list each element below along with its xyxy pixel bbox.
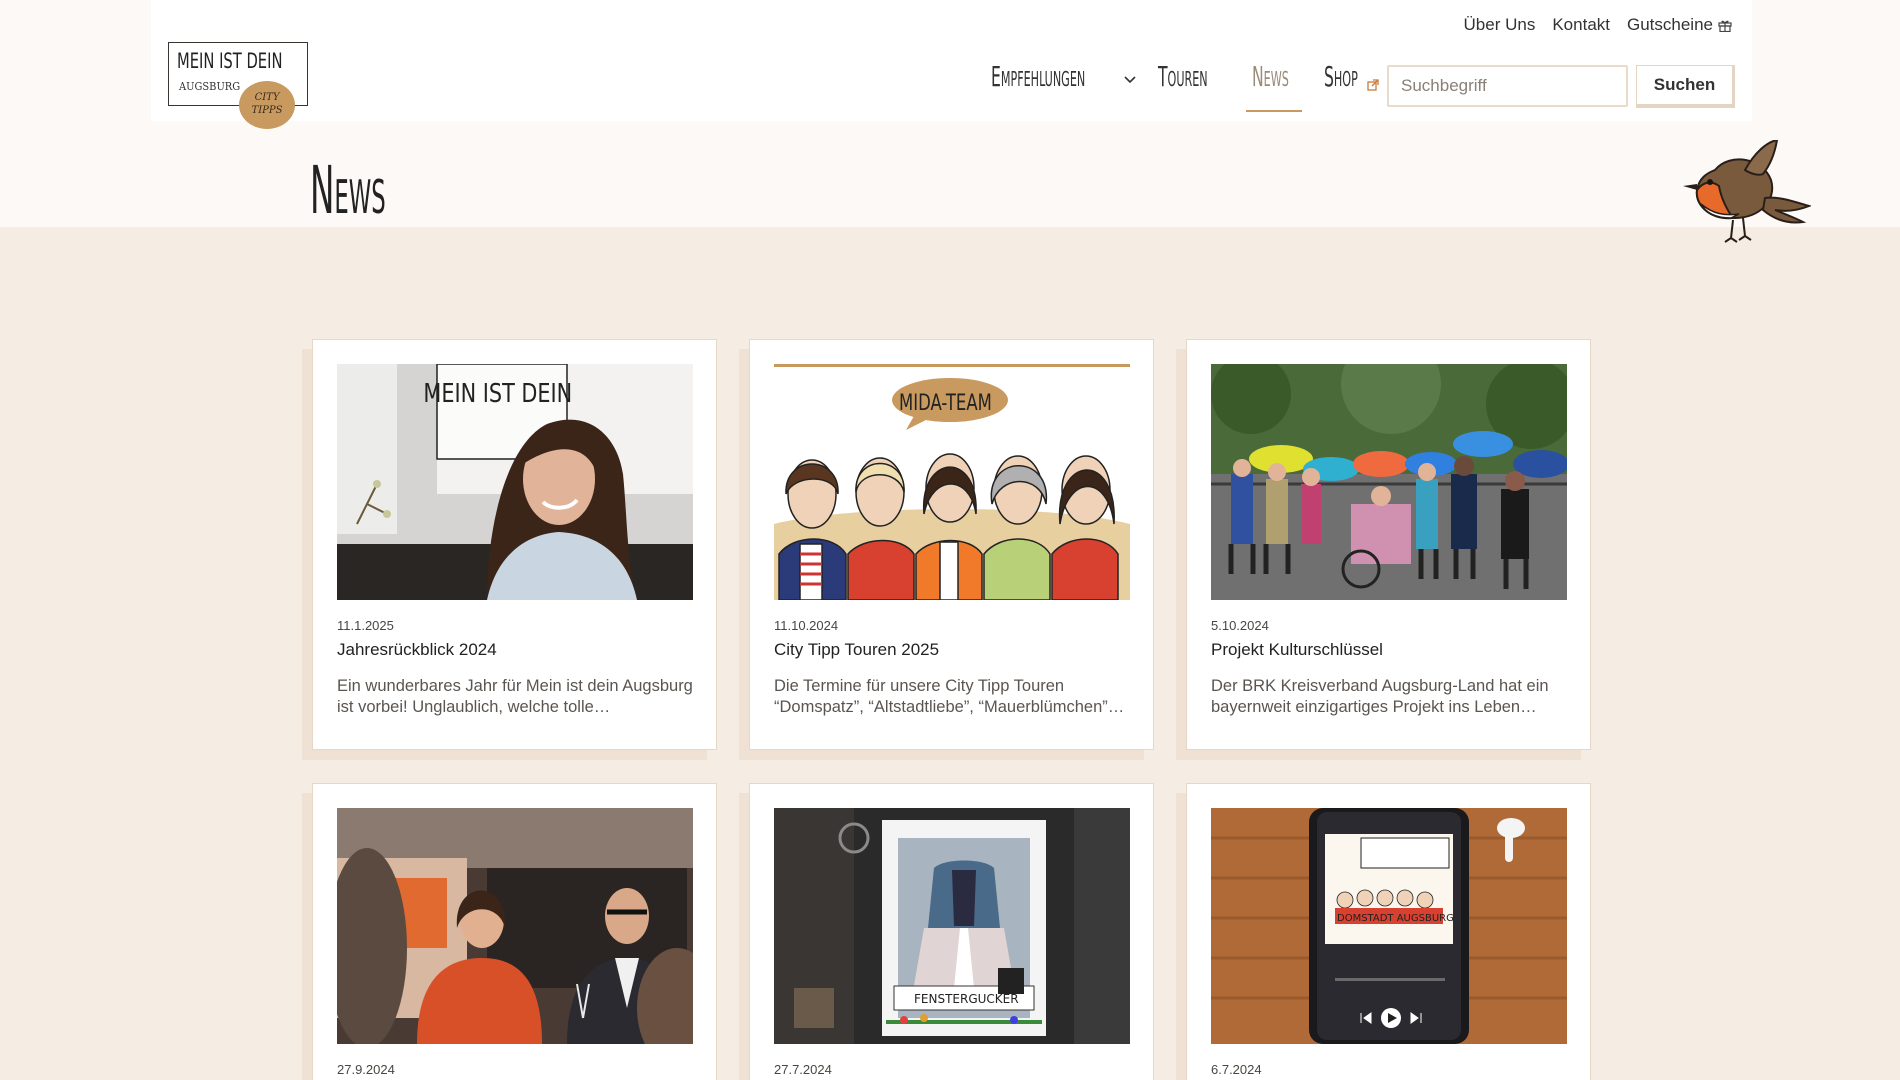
news-card-image[interactable]: FENSTERGUCKER — [774, 808, 1130, 1044]
news-card-excerpt: Ein wunderbares Jahr für Mein ist dein A… — [337, 677, 693, 716]
logo-sub-text: AUGSBURG — [179, 80, 241, 93]
event-people-with-wine-glasses-photo — [337, 808, 693, 1044]
meta-nav-label: Kontakt — [1552, 15, 1610, 34]
meta-nav-ueber-uns[interactable]: Über Uns — [1464, 15, 1536, 35]
meta-nav-label: Über Uns — [1463, 15, 1536, 34]
robin-bird-icon — [1683, 140, 1811, 243]
meta-nav-kontakt[interactable]: Kontakt — [1552, 15, 1610, 35]
news-card-image[interactable]: DOMSTADT AUGSBURG — [1211, 808, 1567, 1044]
mida-team-label: MIDA-TEAM — [899, 390, 992, 416]
nav-item-empfehlungen[interactable]: Empfehlungen — [991, 60, 1136, 112]
logo-badge-line2: TIPPS — [251, 105, 283, 116]
page-title: News — [310, 152, 386, 229]
news-card-image[interactable]: MIDA-TEAM — [774, 364, 1130, 600]
nav-label: News — [1252, 60, 1289, 93]
shop-window-dirndl-photo: FENSTERGUCKER — [774, 808, 1130, 1044]
nav-item-shop[interactable]: Shop — [1324, 60, 1380, 112]
meta-nav-gutscheine[interactable]: Gutscheine — [1627, 15, 1732, 35]
news-card-title[interactable]: City Tipp Touren 2025 — [774, 640, 939, 660]
news-card-date: 11.10.2024 — [774, 618, 839, 633]
news-card[interactable]: 27.9.2024 — [312, 783, 717, 1080]
nav-item-touren[interactable]: Touren — [1158, 60, 1224, 112]
news-card-date: 6.7.2024 — [1211, 1062, 1262, 1077]
news-card-image[interactable] — [1211, 364, 1567, 600]
podcast-cover-text: DOMSTADT AUGSBURG — [1337, 913, 1454, 924]
nav-label: Touren — [1158, 60, 1208, 93]
news-card-date: 11.1.2025 — [337, 618, 394, 633]
logo-photo-text: MEIN IST DEIN — [423, 378, 572, 409]
meta-navigation: Über Uns Kontakt Gutscheine — [1464, 15, 1732, 35]
news-card-image[interactable]: MEIN IST DEIN — [337, 364, 693, 600]
news-card[interactable]: 5.10.2024 Projekt Kulturschlüssel Der BR… — [1186, 339, 1591, 750]
woman-smiling-in-front-of-logo-photo: MEIN IST DEIN — [337, 364, 693, 600]
nav-label: Shop — [1324, 60, 1358, 93]
logo-main-text: MEIN IST DEIN — [177, 49, 283, 73]
gift-icon — [1718, 20, 1732, 32]
news-card-date: 27.7.2024 — [774, 1062, 832, 1077]
news-card[interactable]: DOMSTADT AUGSBURG 6.7.2024 — [1186, 783, 1591, 1080]
external-link-icon — [1367, 79, 1379, 91]
site-logo[interactable]: MEIN IST DEIN AUGSBURG CITY TIPPS — [168, 42, 308, 129]
logo-badge: CITY TIPPS — [239, 81, 295, 129]
news-card[interactable]: MEIN IST DEIN 11.1.2025 Jahresrückblick … — [312, 339, 717, 750]
fenstergucker-label: FENSTERGUCKER — [914, 992, 1019, 1006]
podcast-on-smartphone-photo: DOMSTADT AUGSBURG — [1211, 808, 1567, 1044]
chevron-down-icon — [1124, 76, 1136, 84]
news-card[interactable]: FENSTERGUCKER 27.7.2024 — [749, 783, 1154, 1080]
meta-nav-label: Gutscheine — [1627, 15, 1713, 34]
news-card-excerpt: Der BRK Kreisverband Augsburg-Land hat e… — [1211, 677, 1549, 716]
main-navigation: Empfehlungen Touren News Shop — [991, 60, 1380, 112]
news-card-date: 27.9.2024 — [337, 1062, 395, 1077]
search-input[interactable] — [1387, 65, 1628, 107]
nav-label: Empfehlungen — [991, 60, 1086, 93]
nav-item-news[interactable]: News — [1246, 60, 1302, 112]
mida-team-illustration: MIDA-TEAM — [774, 364, 1130, 600]
news-card-title[interactable]: Jahresrückblick 2024 — [337, 640, 497, 660]
news-card-image[interactable] — [337, 808, 693, 1044]
news-card-date: 5.10.2024 — [1211, 618, 1269, 633]
group-with-umbrellas-photo — [1211, 364, 1567, 600]
news-card-title[interactable]: Projekt Kulturschlüssel — [1211, 640, 1383, 660]
logo-badge-line1: CITY — [254, 92, 280, 103]
news-card-excerpt: Die Termine für unsere City Tipp Touren … — [774, 677, 1125, 716]
search-button[interactable]: Suchen — [1636, 65, 1735, 108]
news-card[interactable]: MIDA-TEAM 11.10.2024 City Tipp Touren 20… — [749, 339, 1154, 750]
